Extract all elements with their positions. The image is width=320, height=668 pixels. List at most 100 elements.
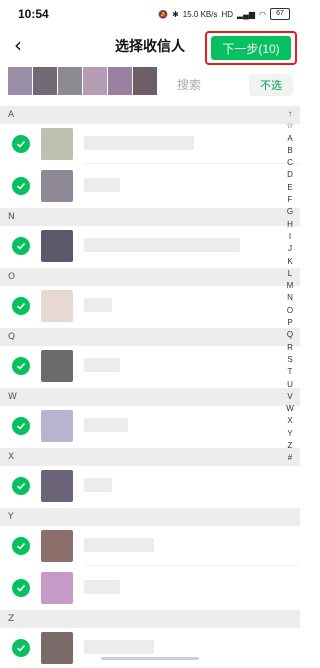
- row-divider: [84, 163, 300, 164]
- bluetooth-icon: ✱: [172, 9, 179, 19]
- index-letter[interactable]: P: [287, 317, 292, 329]
- contact-row[interactable]: [0, 346, 300, 386]
- avatar: [41, 230, 73, 262]
- selected-avatar[interactable]: [133, 67, 157, 95]
- index-letter[interactable]: Y: [287, 428, 292, 440]
- section-header: Y: [0, 508, 300, 526]
- index-letter[interactable]: B: [287, 145, 292, 157]
- alphabet-index[interactable]: ↑ ☆ A B C D E F G H I J K L M N O P Q R S T U V W X Y Z #: [283, 108, 297, 465]
- index-letter[interactable]: E: [287, 182, 292, 194]
- index-letter[interactable]: I: [289, 231, 291, 243]
- selected-avatar[interactable]: [33, 67, 57, 95]
- checked-icon[interactable]: [12, 417, 30, 435]
- index-letter[interactable]: H: [287, 219, 293, 231]
- mute-icon: 🔕: [158, 9, 169, 19]
- index-letter[interactable]: L: [288, 268, 292, 280]
- checked-icon[interactable]: [12, 537, 30, 555]
- contact-row[interactable]: [0, 568, 300, 608]
- index-letter[interactable]: K: [287, 256, 292, 268]
- checked-icon[interactable]: [12, 477, 30, 495]
- contact-row[interactable]: [0, 286, 300, 326]
- avatar: [41, 170, 73, 202]
- contact-name-blurred: [84, 238, 240, 252]
- section-header: Q: [0, 328, 300, 346]
- contact-row[interactable]: [0, 406, 300, 446]
- avatar: [41, 350, 73, 382]
- selected-avatar[interactable]: [83, 67, 107, 95]
- selected-avatar[interactable]: [8, 67, 32, 95]
- avatar: [41, 572, 73, 604]
- hd-icon: HD: [221, 9, 234, 19]
- battery-icon: 67: [270, 8, 290, 20]
- index-letter[interactable]: ↑: [288, 108, 292, 120]
- checked-icon[interactable]: [12, 639, 30, 657]
- checked-icon[interactable]: [12, 357, 30, 375]
- checked-icon[interactable]: [12, 297, 30, 315]
- search-input[interactable]: 搜索: [177, 76, 201, 93]
- next-button-highlight: 下一步(10): [205, 31, 297, 65]
- contact-name-blurred: [84, 418, 128, 432]
- index-letter[interactable]: Z: [288, 440, 293, 452]
- signal-icon: ▂▄▆: [237, 9, 256, 19]
- index-letter[interactable]: V: [287, 391, 292, 403]
- section-header: Z: [0, 610, 300, 628]
- avatar: [41, 128, 73, 160]
- index-letter[interactable]: M: [287, 280, 294, 292]
- home-indicator: [101, 657, 199, 660]
- index-letter[interactable]: T: [288, 366, 293, 378]
- index-letter[interactable]: J: [288, 243, 292, 255]
- contact-row[interactable]: [0, 166, 300, 206]
- avatar: [41, 632, 73, 664]
- wifi-icon: ◠: [259, 9, 266, 19]
- contact-name-blurred: [84, 478, 112, 492]
- status-icons: 🔕 ✱ 15.0 KB/s HD ▂▄▆ ◠ 67: [158, 8, 290, 20]
- selected-avatar[interactable]: [58, 67, 82, 95]
- index-letter[interactable]: A: [287, 133, 292, 145]
- index-letter[interactable]: ☆: [286, 120, 293, 132]
- contact-row[interactable]: [0, 628, 300, 668]
- contact-row[interactable]: [0, 526, 300, 566]
- checked-icon[interactable]: [12, 177, 30, 195]
- contact-name-blurred: [84, 358, 120, 372]
- contact-row[interactable]: [0, 124, 300, 164]
- index-letter[interactable]: W: [286, 403, 294, 415]
- section-header: X: [0, 448, 300, 466]
- section-header: A: [0, 106, 300, 124]
- index-letter[interactable]: U: [287, 379, 293, 391]
- contact-name-blurred: [84, 580, 120, 594]
- contact-name-blurred: [84, 136, 194, 150]
- avatar: [41, 290, 73, 322]
- next-step-button[interactable]: 下一步(10): [211, 36, 291, 60]
- contact-name-blurred: [84, 640, 154, 654]
- section-header: O: [0, 268, 300, 286]
- contact-name-blurred: [84, 178, 120, 192]
- status-bar: 10:54 🔕 ✱ 15.0 KB/s HD ▂▄▆ ◠ 67: [0, 0, 300, 28]
- selected-avatar[interactable]: [108, 67, 132, 95]
- checked-icon[interactable]: [12, 135, 30, 153]
- section-header: W: [0, 388, 300, 406]
- index-letter[interactable]: X: [287, 415, 292, 427]
- index-letter[interactable]: C: [287, 157, 293, 169]
- index-letter[interactable]: F: [288, 194, 293, 206]
- contact-row[interactable]: [0, 466, 300, 506]
- avatar: [41, 410, 73, 442]
- row-divider: [84, 565, 300, 566]
- index-letter[interactable]: N: [287, 292, 293, 304]
- section-header: N: [0, 208, 300, 226]
- checked-icon[interactable]: [12, 237, 30, 255]
- index-letter[interactable]: R: [287, 342, 293, 354]
- status-time: 10:54: [18, 7, 49, 21]
- index-letter[interactable]: #: [288, 452, 292, 464]
- checked-icon[interactable]: [12, 579, 30, 597]
- contact-row[interactable]: [0, 226, 300, 266]
- contact-name-blurred: [84, 538, 154, 552]
- index-letter[interactable]: G: [287, 206, 293, 218]
- avatar: [41, 530, 73, 562]
- deselect-button[interactable]: 不选: [249, 74, 293, 96]
- selected-avatars: [8, 67, 158, 95]
- index-letter[interactable]: D: [287, 169, 293, 181]
- avatar: [41, 470, 73, 502]
- index-letter[interactable]: O: [287, 305, 293, 317]
- index-letter[interactable]: S: [287, 354, 292, 366]
- index-letter[interactable]: Q: [287, 329, 293, 341]
